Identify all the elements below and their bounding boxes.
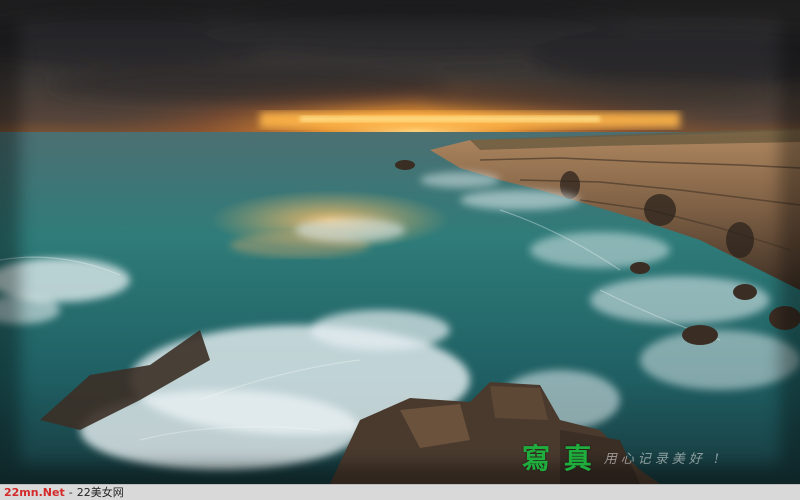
footer-bar: 22mn.Net - 22美女网 [0, 484, 800, 500]
footer-separator: - [68, 485, 73, 499]
site-name: 22美女网 [76, 485, 124, 499]
photo-canvas [0, 0, 800, 484]
landscape-photo: 寫 真 用心记录美好 ! [0, 0, 800, 484]
site-link[interactable]: 22mn.Net [4, 486, 65, 500]
